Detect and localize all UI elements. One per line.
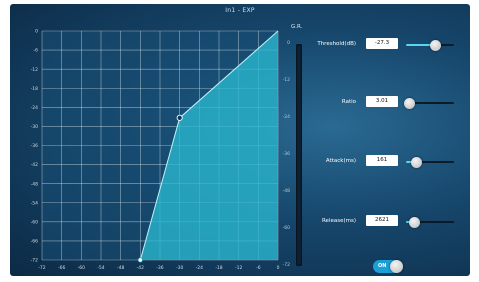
y-tick-label: -6: [34, 48, 39, 54]
on-off-toggle[interactable]: ON: [373, 260, 403, 273]
attack-slider[interactable]: [406, 157, 454, 168]
y-tick-label: -48: [31, 181, 38, 187]
x-tick-label: -12: [235, 265, 242, 271]
ratio-slider[interactable]: [404, 98, 454, 109]
threshold-slider-knob[interactable]: [430, 40, 442, 51]
curve-start-point[interactable]: [137, 257, 143, 263]
release-value[interactable]: 2621: [366, 215, 398, 226]
release-slider-knob[interactable]: [409, 217, 421, 228]
threshold-control-point[interactable]: [176, 114, 183, 121]
y-tick-label: -66: [31, 239, 38, 245]
x-tick-label: -36: [156, 265, 163, 271]
y-tick-label: -36: [31, 143, 38, 149]
gr-tick-label: -48: [282, 189, 290, 194]
release-row: Release(ms) 2621: [300, 215, 470, 229]
x-tick-label: -48: [117, 265, 124, 271]
attack-value[interactable]: 161: [366, 155, 398, 166]
gr-tick-label: -24: [282, 115, 290, 120]
x-tick-label: -24: [196, 265, 203, 271]
x-tick-label: -54: [97, 265, 104, 271]
y-tick-label: -24: [31, 105, 38, 111]
y-tick-label: -42: [31, 162, 38, 168]
x-tick-label: -42: [137, 265, 144, 271]
y-tick-label: -72: [31, 258, 38, 264]
attack-slider-knob[interactable]: [411, 157, 423, 168]
x-tick-label: -30: [176, 265, 183, 271]
x-tick-label: -6: [256, 265, 261, 271]
ratio-row: Ratio 3.01: [300, 96, 470, 110]
y-tick-label: 0: [35, 29, 38, 35]
y-tick-label: -60: [31, 219, 38, 225]
ratio-slider-knob[interactable]: [404, 98, 416, 109]
gr-tick-label: -12: [282, 78, 290, 83]
threshold-slider[interactable]: [406, 40, 454, 51]
toggle-label: ON: [378, 263, 387, 269]
attack-row: Attack(ms) 161: [300, 155, 470, 169]
threshold-row: Threshold(dB) -27.3: [300, 38, 470, 52]
x-tick-label: -60: [78, 265, 85, 271]
gr-meter-label: G.R.: [291, 24, 303, 30]
y-tick-label: -30: [31, 124, 38, 130]
transfer-curve-graph[interactable]: -72 -66 -60 -54 -48 -42 -36 -30 -24 -18 -12 -6 00-6-…: [10, 4, 300, 276]
release-label: Release(ms): [321, 218, 356, 224]
gr-tick-label: -60: [282, 226, 290, 231]
expander-panel: In1 - EXP -72 -66 -60 -54 -48 -42 -36 -30 -24 -18…: [10, 4, 470, 276]
x-tick-label: -72: [38, 265, 45, 271]
y-tick-label: -54: [31, 200, 38, 206]
threshold-value[interactable]: -27.3: [366, 38, 398, 49]
ratio-value[interactable]: 3.01: [366, 96, 398, 107]
toggle-knob: [390, 260, 403, 273]
x-tick-label: -18: [215, 265, 222, 271]
y-tick-label: -18: [31, 86, 38, 92]
attack-label: Attack(ms): [325, 158, 356, 164]
gr-tick-label: -72: [282, 263, 290, 268]
release-slider[interactable]: [406, 217, 454, 228]
gr-tick-label: 0: [287, 41, 290, 46]
threshold-label: Threshold(dB): [317, 41, 356, 47]
ratio-label: Ratio: [341, 99, 356, 105]
gr-tick-label: -36: [282, 152, 290, 157]
x-tick-label: -66: [58, 265, 65, 271]
y-tick-label: -12: [31, 67, 38, 73]
